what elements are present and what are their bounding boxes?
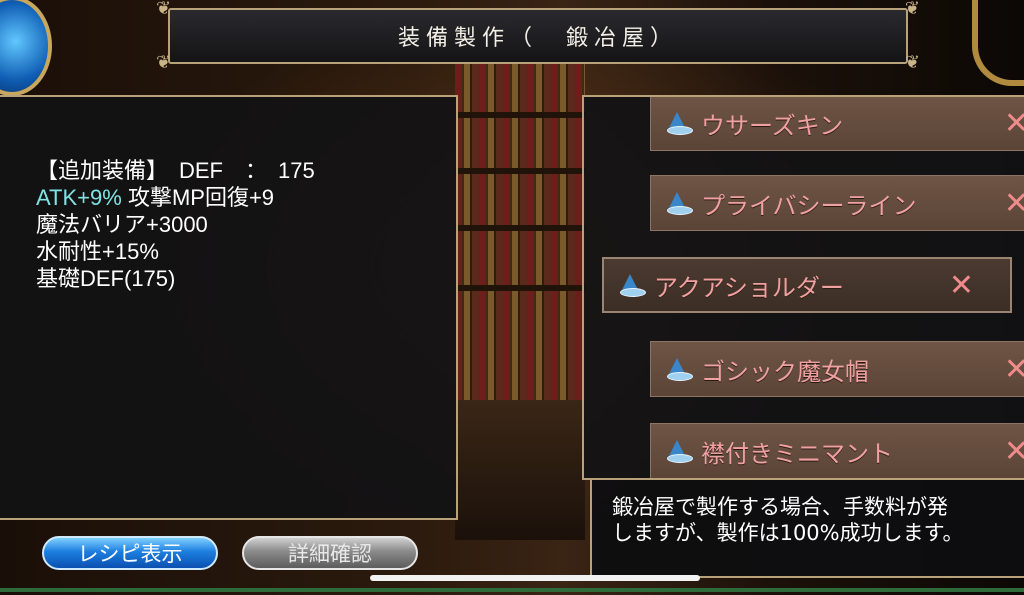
recipe-item-selected[interactable]: アクアショルダー ✕ [602, 257, 1012, 313]
room-floor [455, 400, 585, 540]
back-button[interactable]: る [0, 0, 52, 96]
shelf-divider [455, 285, 585, 291]
detail-text: 【追加装備】 DEF ： 175 ATK+9% 攻撃MP回復+9 魔法バリア+3… [36, 157, 315, 292]
recipe-item-label: ウサーズキン [701, 111, 844, 140]
remove-icon[interactable]: ✕ [1004, 434, 1024, 469]
recipe-item[interactable]: ゴシック魔女帽 ✕ [650, 341, 1024, 397]
recipe-item[interactable]: 襟付きミニマント ✕ [650, 423, 1024, 478]
info-message-line: 鍛冶屋で製作する場合、手数料が発 [612, 495, 948, 519]
hat-icon [620, 274, 646, 297]
shelf-divider [455, 112, 585, 118]
shelf-divider [455, 225, 585, 231]
atk-bonus: ATK+9% [36, 185, 122, 210]
recipe-item-label: プライバシーライン [701, 191, 917, 220]
corner-ornament-icon: ❦ [156, 52, 172, 73]
shelf-divider [455, 168, 585, 174]
corner-ornament-icon: ❦ [156, 0, 172, 19]
page-title: 装備製作（ 鍛冶屋） [397, 26, 678, 51]
mp-recovery: 攻撃MP回復+9 [127, 185, 275, 210]
detail-line-atk: ATK+9% 攻撃MP回復+9 [36, 184, 315, 211]
info-message-panel: 鍛冶屋で製作する場合、手数料が発 しますが、製作は100%成功します。 [590, 478, 1024, 578]
recipe-item[interactable]: プライバシーライン ✕ [650, 175, 1024, 231]
recipe-item[interactable]: ウサーズキン ✕ [650, 97, 1024, 151]
hat-icon [667, 112, 693, 135]
title-bar: ❦ ❦ ❦ ❦ 装備製作（ 鍛冶屋） [156, 0, 920, 72]
remove-icon[interactable]: ✕ [1004, 106, 1024, 141]
recipe-item-label: アクアショルダー [654, 273, 844, 302]
hat-icon [667, 440, 693, 463]
detail-line-base-def: 基礎DEF(175) [36, 266, 176, 291]
recipe-item-label: ゴシック魔女帽 [701, 357, 869, 386]
progress-line [0, 588, 1024, 592]
info-message-line: しますが、製作は100%成功します。 [612, 521, 964, 545]
detail-line-water-res: 水耐性+15% [36, 239, 159, 264]
hat-icon [667, 358, 693, 381]
remove-icon[interactable]: ✕ [1004, 186, 1024, 221]
home-indicator[interactable] [370, 575, 700, 581]
remove-icon[interactable]: ✕ [1004, 352, 1024, 387]
recipe-display-button[interactable]: レシピ表示 [42, 536, 218, 570]
equipment-detail-panel: 【追加装備】 DEF ： 175 ATK+9% 攻撃MP回復+9 魔法バリア+3… [0, 95, 458, 520]
corner-ornament-icon: ❦ [904, 0, 920, 19]
detail-confirm-button[interactable]: 詳細確認 [242, 536, 418, 570]
ornament-frame [972, 0, 1024, 86]
hat-icon [667, 192, 693, 215]
detail-line-barrier: 魔法バリア+3000 [36, 212, 208, 237]
recipe-item-label: 襟付きミニマント [701, 439, 893, 468]
corner-ornament-icon: ❦ [904, 52, 920, 73]
detail-line-extra: 【追加装備】 DEF ： 175 [36, 158, 315, 183]
remove-icon[interactable]: ✕ [949, 268, 974, 303]
info-message: 鍛冶屋で製作する場合、手数料が発 しますが、製作は100%成功します。 [612, 494, 1024, 546]
